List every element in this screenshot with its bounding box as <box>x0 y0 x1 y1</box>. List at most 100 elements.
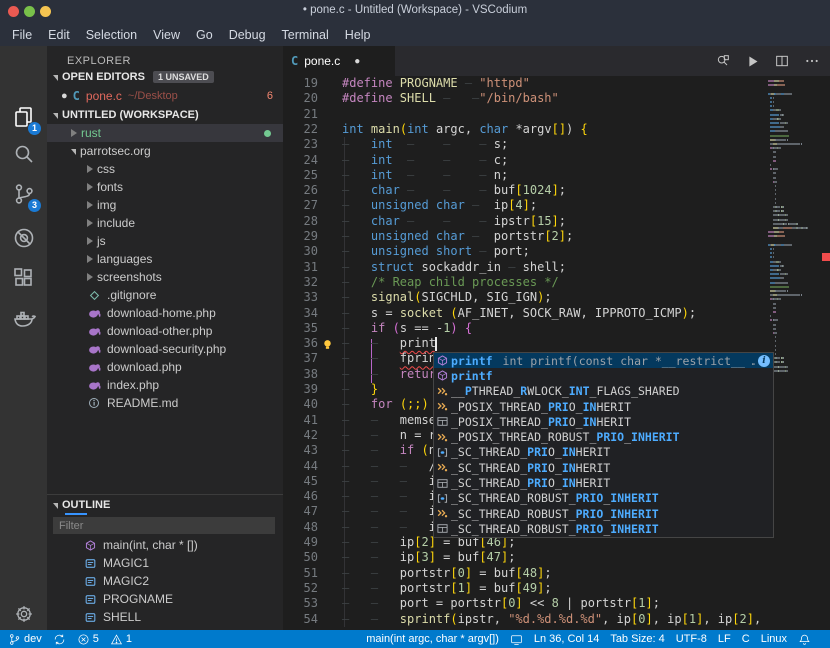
outline-item-main-int-char-[interactable]: main(int, char * []) <box>47 536 283 554</box>
suggest-item-0[interactable]: printf int printf(const char *__restrict_… <box>434 353 773 369</box>
status-right-tab-size-4[interactable]: Tab Size: 4 <box>610 633 664 645</box>
suggest-item-6[interactable]: _SC_THREAD_PRIO_INHERIT <box>434 445 773 460</box>
outline-item-shell[interactable]: SHELL <box>47 608 283 626</box>
menu-go[interactable]: Go <box>188 26 221 44</box>
file-path: ~/Desktop <box>127 89 178 102</box>
php-file-icon <box>87 324 101 338</box>
editor-scrollbar[interactable] <box>822 76 830 630</box>
activity-debug[interactable] <box>0 218 47 258</box>
vscodium-window: • pone.c - Untitled (Workspace) - VSCodi… <box>0 0 830 648</box>
tree-item-readme-md[interactable]: README.md <box>47 394 283 412</box>
tree-item-img[interactable]: img <box>47 196 283 214</box>
suggest-item-7[interactable]: _SC_THREAD_PRIO_INHERIT <box>434 460 773 475</box>
workspace-header[interactable]: UNTITLED (WORKSPACE) <box>47 105 283 124</box>
suggest-item-11[interactable]: _SC_THREAD_ROBUST_PRIO_INHERIT <box>434 521 773 536</box>
activity-search[interactable] <box>0 134 47 174</box>
tree-item-download-home-php[interactable]: download-home.php <box>47 304 283 322</box>
warning-icon <box>110 633 122 644</box>
suggest-item-1[interactable]: printf <box>434 368 773 383</box>
activity-source-control[interactable]: 3 <box>0 174 47 214</box>
suggest-item-9[interactable]: _SC_THREAD_ROBUST_PRIO_INHERIT <box>434 491 773 506</box>
lightbulb-icon[interactable] <box>321 338 334 355</box>
tree-item-label: download-other.php <box>107 324 213 338</box>
suggest-item-5[interactable]: _POSIX_THREAD_ROBUST_PRIO_INHERIT <box>434 429 773 444</box>
run-icon[interactable] <box>745 54 760 69</box>
tree-item-download-security-php[interactable]: download-security.php <box>47 340 283 358</box>
activity-docker[interactable] <box>0 298 47 338</box>
menu-edit[interactable]: Edit <box>40 26 78 44</box>
menu-debug[interactable]: Debug <box>221 26 274 44</box>
status-bar-left: dev 5 1 <box>0 633 366 646</box>
tree-item-css[interactable]: css <box>47 160 283 178</box>
status-left-sync-icon[interactable] <box>53 633 66 646</box>
status-right-bell-icon[interactable] <box>798 633 811 646</box>
sidebar-title: EXPLORER <box>67 55 131 67</box>
symbol-key-icon <box>434 506 451 521</box>
dirty-dot-icon[interactable]: ● <box>354 56 360 67</box>
symbol-struct-icon <box>434 476 451 491</box>
status-right-screencast-icon[interactable] <box>510 633 523 646</box>
line-number: 40 <box>303 397 318 412</box>
tree-item-include[interactable]: include <box>47 214 283 232</box>
menu-selection[interactable]: Selection <box>78 26 145 44</box>
tree-item-download-php[interactable]: download.php <box>47 358 283 376</box>
tree-item-js[interactable]: js <box>47 232 283 250</box>
open-editor-pone-c[interactable]: ● C pone.c ~/Desktop 6 <box>47 86 283 105</box>
suggest-item-8[interactable]: _SC_THREAD_PRIO_INHERIT <box>434 475 773 490</box>
menu-view[interactable]: View <box>145 26 188 44</box>
tree-item-fonts[interactable]: fonts <box>47 178 283 196</box>
info-icon[interactable]: i <box>758 354 770 367</box>
suggest-item-3[interactable]: _POSIX_THREAD_PRIO_INHERIT <box>434 399 773 414</box>
tree-item-index-php[interactable]: index.php <box>47 376 283 394</box>
tab-label: pone.c <box>304 54 341 68</box>
menu-terminal[interactable]: Terminal <box>274 26 337 44</box>
activity-explorer[interactable]: 1 <box>0 97 47 137</box>
outline-item-magic1[interactable]: MAGIC1 <box>47 554 283 572</box>
menu-help[interactable]: Help <box>337 26 379 44</box>
status-right-ln-36-col-14[interactable]: Ln 36, Col 14 <box>534 633 599 645</box>
outline-item-progname[interactable]: PROGNAME <box>47 590 283 608</box>
symbol-key-icon <box>434 430 451 445</box>
outline-filter-input[interactable] <box>53 517 275 534</box>
line-number: 51 <box>303 565 318 580</box>
split-editor-icon[interactable] <box>774 53 790 69</box>
open-editors-header[interactable]: OPEN EDITORS 1 UNSAVED <box>47 67 283 86</box>
settings-button[interactable] <box>0 604 47 624</box>
tree-item-rust[interactable]: rust <box>47 124 283 142</box>
search-icon <box>15 145 33 163</box>
tab-pone-c[interactable]: C pone.c ● <box>283 46 395 76</box>
status-right-linux[interactable]: Linux <box>761 633 787 645</box>
tree-item-screenshots[interactable]: screenshots <box>47 268 283 286</box>
line-number: 25 <box>303 167 318 182</box>
status-right-lf[interactable]: LF <box>718 633 731 645</box>
status-left-5[interactable]: 5 <box>77 633 99 646</box>
activity-extensions[interactable] <box>0 258 47 298</box>
line-number: 42 <box>303 427 318 442</box>
code-editor[interactable]: 19 #define PROGNAME – "httpd" 20 #define SH… <box>283 76 830 630</box>
line-number: 38 <box>303 366 318 381</box>
status-right-utf-8[interactable]: UTF-8 <box>676 633 707 645</box>
tree-item-download-other-php[interactable]: download-other.php <box>47 322 283 340</box>
suggest-item-2[interactable]: __PTHREAD_RWLOCK_INT_FLAGS_SHARED <box>434 384 773 399</box>
status-right-c[interactable]: C <box>742 633 750 645</box>
chevron-right-icon <box>87 219 93 227</box>
outline-header[interactable]: OUTLINE <box>47 495 283 514</box>
status-left-1[interactable]: 1 <box>110 633 132 646</box>
line-number: 47 <box>303 504 318 519</box>
chevron-right-icon <box>87 255 93 263</box>
tree-item--gitignore[interactable]: .gitignore <box>47 286 283 304</box>
menu-file[interactable]: File <box>4 26 40 44</box>
outline-item-label: MAGIC2 <box>103 574 150 588</box>
suggest-item-4[interactable]: _POSIX_THREAD_PRIO_INHERIT <box>434 414 773 429</box>
status-right-main-int-argc-char-argv-[interactable]: main(int argc, char * argv[]) <box>366 633 499 645</box>
outline-item-magic2[interactable]: MAGIC2 <box>47 572 283 590</box>
suggest-item-10[interactable]: _SC_THREAD_ROBUST_PRIO_INHERIT <box>434 506 773 521</box>
tree-item-languages[interactable]: languages <box>47 250 283 268</box>
status-left-dev[interactable]: dev <box>8 633 42 646</box>
line-number: 26 <box>303 183 318 198</box>
php-file-icon <box>87 342 101 356</box>
line-number: 28 <box>303 213 318 228</box>
open-changes-icon[interactable] <box>715 53 731 69</box>
more-actions-icon[interactable] <box>804 53 820 69</box>
tree-item-parrotsec-org[interactable]: parrotsec.org <box>47 142 283 160</box>
